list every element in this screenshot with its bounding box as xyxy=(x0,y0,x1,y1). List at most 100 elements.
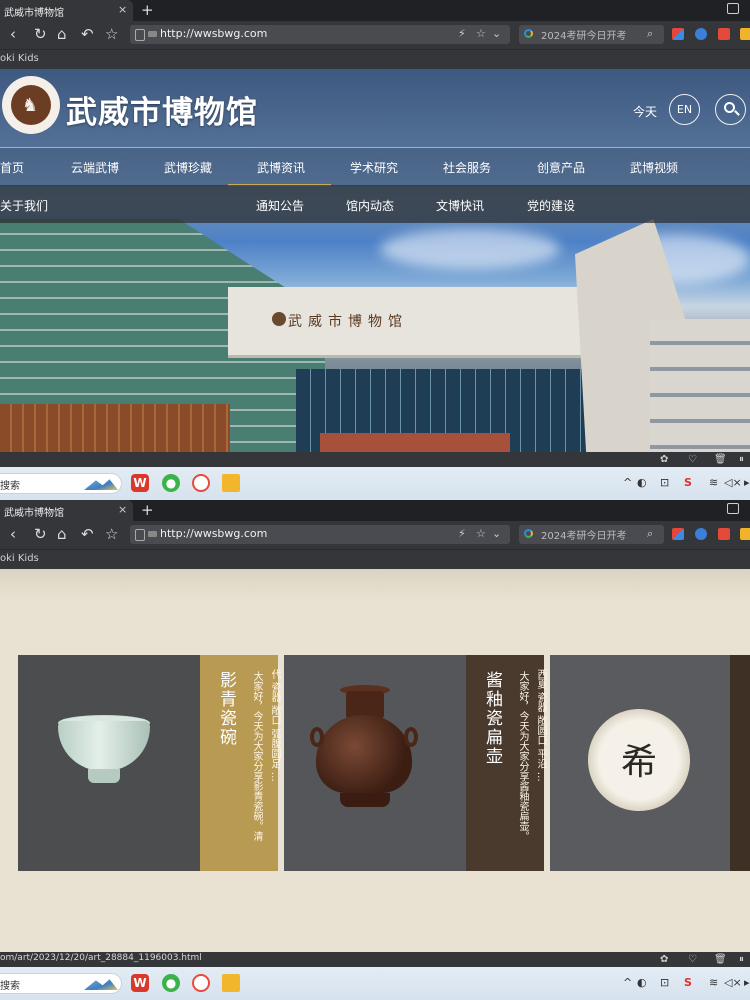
window-menu-icon[interactable] xyxy=(727,3,739,14)
taskbar-search-label: 搜索 xyxy=(0,981,20,992)
home-icon[interactable]: ⌂ xyxy=(57,25,67,43)
extension-blue-icon[interactable] xyxy=(695,528,707,540)
wechat-icon[interactable]: ● xyxy=(162,474,180,492)
bookmark-star-icon[interactable]: ☆ xyxy=(105,25,118,43)
museum-logo[interactable]: ♞ xyxy=(2,76,60,134)
reload-icon[interactable]: ↻ xyxy=(34,25,47,43)
nav-products[interactable]: 创意产品 xyxy=(537,159,585,176)
bookmark-star-icon[interactable]: ☆ xyxy=(105,525,118,543)
wps-icon[interactable]: W xyxy=(131,974,149,992)
search-engine-icon xyxy=(524,529,533,538)
tray-sogou-icon[interactable]: S xyxy=(684,476,692,489)
extension-game-icon[interactable] xyxy=(718,28,730,40)
taskbar-search[interactable]: 搜索 xyxy=(0,973,122,994)
new-tab-icon[interactable]: + xyxy=(141,501,154,519)
reload-icon[interactable]: ↻ xyxy=(34,525,47,543)
extension-yellow-icon[interactable] xyxy=(740,528,750,540)
extension-game-icon[interactable] xyxy=(718,528,730,540)
window-menu-icon[interactable] xyxy=(727,503,739,514)
wechat-icon[interactable]: ● xyxy=(162,974,180,992)
heart-icon[interactable]: ♡ xyxy=(688,454,697,465)
nav-video[interactable]: 武博视频 xyxy=(630,159,678,176)
lightning-icon[interactable]: ⚡ xyxy=(458,27,466,40)
artifact-card-bowl[interactable]: 影青瓷碗 大家好，今天为大家分享影青瓷碗。清 代 瓷器 敞口 弧腹圆足 … xyxy=(200,655,280,871)
battery-icon[interactable]: ▸ xyxy=(744,976,750,989)
tray-ime-icon[interactable]: ⊡ xyxy=(660,476,669,489)
lightning-icon[interactable]: ⚡ xyxy=(458,527,466,540)
nav-collection[interactable]: 武博珍藏 xyxy=(164,159,212,176)
chrome-icon[interactable] xyxy=(192,474,210,492)
nav-cloud[interactable]: 云端武博 xyxy=(71,159,119,176)
subnav-party[interactable]: 党的建设 xyxy=(527,197,575,214)
tab-close-icon[interactable]: × xyxy=(118,503,127,516)
heart-icon[interactable]: ♡ xyxy=(688,954,697,965)
tray-chevron-icon[interactable]: ^ xyxy=(623,476,632,489)
wifi-icon[interactable]: ≋ xyxy=(709,476,718,489)
artifact-photo-bowl[interactable] xyxy=(18,655,200,871)
folder-icon[interactable] xyxy=(222,474,240,492)
address-bar[interactable]: http://wwsbwg.com ⚡ ☆ ⌄ xyxy=(130,525,510,544)
subnav-heritage-news[interactable]: 文博快讯 xyxy=(436,197,484,214)
subnav-about[interactable]: 关于我们 xyxy=(0,197,48,214)
artifact-photo-flask[interactable] xyxy=(284,655,466,871)
search-icon[interactable]: ⌕ xyxy=(647,527,653,541)
pause-icon[interactable]: ⏸ xyxy=(739,454,744,465)
tab-museum[interactable]: 武威市博物馆 × xyxy=(0,500,133,521)
subnav-notices[interactable]: 通知公告 xyxy=(256,197,304,214)
english-button[interactable]: EN xyxy=(669,94,700,125)
extension-grid-icon[interactable] xyxy=(672,28,684,40)
search-box[interactable]: 2024考研今日开考 ⌕ xyxy=(519,525,664,544)
flower-icon[interactable]: ✿ xyxy=(660,454,668,465)
chevron-down-icon[interactable]: ⌄ xyxy=(492,27,501,40)
extension-blue-icon[interactable] xyxy=(695,28,707,40)
address-bar[interactable]: http://wwsbwg.com ⚡ ☆ ⌄ xyxy=(130,25,510,44)
site-search-button[interactable] xyxy=(715,94,746,125)
subnav-internal-news[interactable]: 馆内动态 xyxy=(346,197,394,214)
artifact-card-plate[interactable] xyxy=(730,655,750,871)
trash-icon[interactable]: 🗑 xyxy=(714,954,727,965)
tray-ime-icon[interactable]: ⊡ xyxy=(660,976,669,989)
favorite-star-icon[interactable]: ☆ xyxy=(476,527,486,540)
artifact-photo-plate[interactable]: 希 xyxy=(550,655,730,871)
volume-muted-icon[interactable]: ◁× xyxy=(724,476,742,489)
bookmark-item[interactable]: oki Kids xyxy=(0,53,39,64)
wps-icon[interactable]: W xyxy=(131,474,149,492)
english-label: EN xyxy=(676,103,693,116)
tray-app-icon[interactable]: ◐ xyxy=(637,476,647,489)
bookmark-item[interactable]: oki Kids xyxy=(0,553,39,564)
extension-yellow-icon[interactable] xyxy=(740,28,750,40)
chevron-down-icon[interactable]: ⌄ xyxy=(492,527,501,540)
search-icon-handle xyxy=(734,110,740,116)
nav-home[interactable]: 首页 xyxy=(0,159,24,176)
flower-icon[interactable]: ✿ xyxy=(660,954,668,965)
pause-icon[interactable]: ⏸ xyxy=(739,954,744,965)
nav-service[interactable]: 社会服务 xyxy=(443,159,491,176)
wifi-icon[interactable]: ≋ xyxy=(709,976,718,989)
tray-app-icon[interactable]: ◐ xyxy=(637,976,647,989)
undo-icon[interactable]: ↶ xyxy=(81,525,94,543)
search-box[interactable]: 2024考研今日开考 ⌕ xyxy=(519,25,664,44)
chrome-icon[interactable] xyxy=(192,974,210,992)
trash-icon[interactable]: 🗑 xyxy=(714,454,727,465)
volume-muted-icon[interactable]: ◁× xyxy=(724,976,742,989)
tab-close-icon[interactable]: × xyxy=(118,3,127,16)
tray-sogou-icon[interactable]: S xyxy=(684,976,692,989)
folder-icon[interactable] xyxy=(222,974,240,992)
today-link[interactable]: 今天 xyxy=(633,103,657,120)
tray-chevron-icon[interactable]: ^ xyxy=(623,976,632,989)
artifact-card-flask[interactable]: 酱釉瓷扁壶 大家好，今天为大家分享酱釉瓷扁壶。 西夏 瓷器 敞圆口 平沿 … xyxy=(466,655,546,871)
back-icon[interactable]: ‹ xyxy=(10,25,16,43)
extension-grid-icon[interactable] xyxy=(672,528,684,540)
battery-icon[interactable]: ▸ xyxy=(744,476,750,489)
taskbar-search[interactable]: 搜索 xyxy=(0,473,122,494)
site-title[interactable]: 武威市博物馆 xyxy=(66,87,258,132)
nav-news[interactable]: 武博资讯 xyxy=(257,159,305,176)
new-tab-icon[interactable]: + xyxy=(141,1,154,19)
nav-research[interactable]: 学术研究 xyxy=(350,159,398,176)
tab-museum[interactable]: 武威市博物馆 × xyxy=(0,0,133,21)
back-icon[interactable]: ‹ xyxy=(10,525,16,543)
undo-icon[interactable]: ↶ xyxy=(81,25,94,43)
favorite-star-icon[interactable]: ☆ xyxy=(476,27,486,40)
home-icon[interactable]: ⌂ xyxy=(57,525,67,543)
search-icon[interactable]: ⌕ xyxy=(647,27,653,41)
